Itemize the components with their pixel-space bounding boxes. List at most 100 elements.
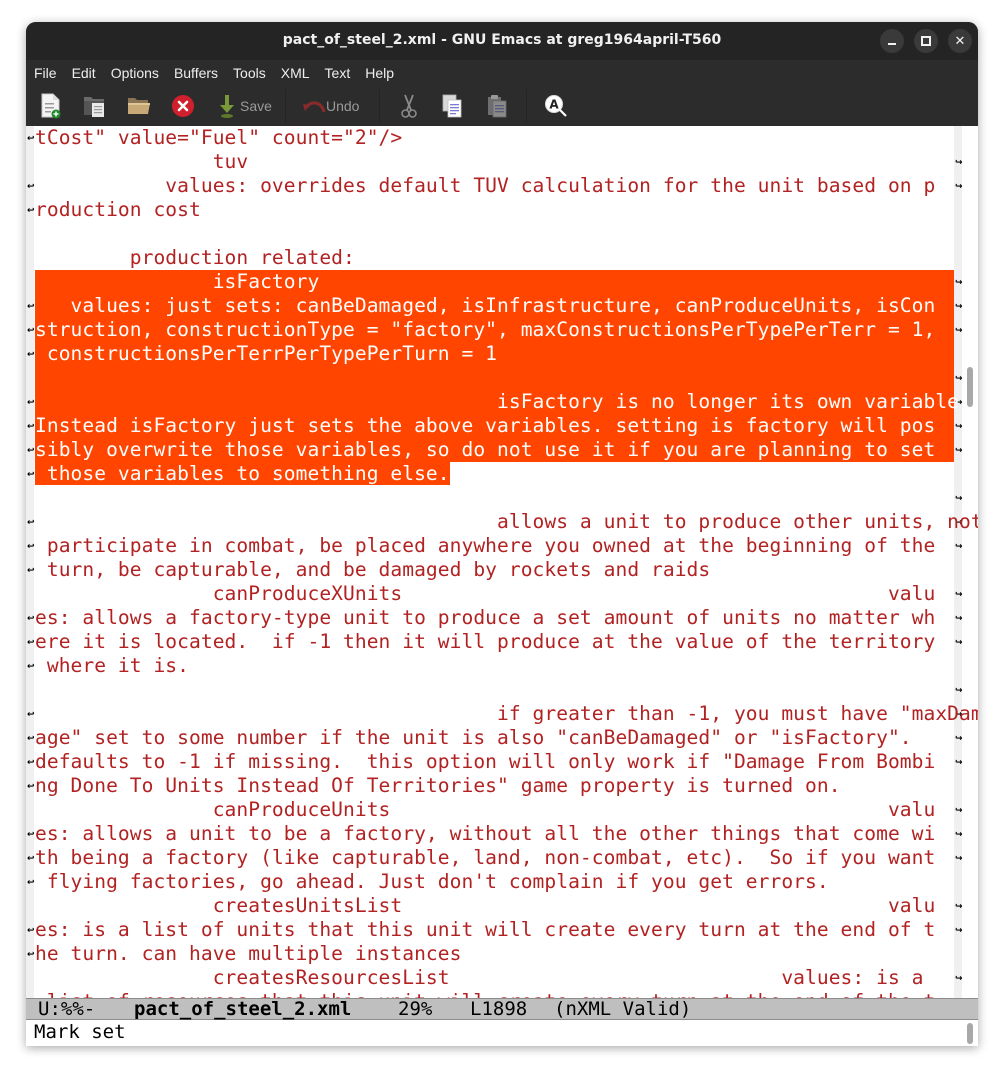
buffer-line[interactable]: roduction cost — [35, 198, 955, 222]
buffer-line[interactable]: es: allows a unit to be a factory, witho… — [35, 822, 955, 846]
continuation-right-icon: ↪ — [955, 686, 963, 696]
buffer-line[interactable] — [35, 486, 955, 510]
buffer-line[interactable]: tCost" value="Fuel" count="2"/> — [35, 126, 955, 150]
continuation-left-icon: ↩ — [27, 542, 35, 552]
continuation-right-icon: ↪ — [955, 542, 963, 552]
open-file-button[interactable] — [126, 93, 152, 119]
menu-xml[interactable]: XML — [273, 65, 317, 81]
line-text: tuv — [35, 150, 249, 173]
buffer-line[interactable]: createsResourcesList values: is a — [35, 966, 955, 990]
buffer-line[interactable] — [35, 678, 955, 702]
modeline-buffer-name[interactable]: pact_of_steel_2.xml — [134, 999, 351, 1019]
buffer-line[interactable]: Instead isFactory just sets the above va… — [35, 414, 955, 438]
continuation-right-icon: ↪ — [955, 614, 963, 624]
buffer-line[interactable]: he turn. can have multiple instances — [35, 942, 955, 966]
menu-text[interactable]: Text — [317, 65, 358, 81]
minibuffer-scrollbar[interactable] — [967, 1023, 973, 1044]
buffer-line[interactable]: tuv — [35, 150, 955, 174]
buffer-line[interactable]: age" set to some number if the unit is a… — [35, 726, 955, 750]
vertical-scrollbar[interactable] — [962, 126, 978, 998]
buffer-line[interactable]: es: is a list of units that this unit wi… — [35, 918, 955, 942]
buffer-line[interactable]: th being a factory (like capturable, lan… — [35, 846, 955, 870]
line-text: th being a factory (like capturable, lan… — [35, 846, 936, 869]
search-button[interactable]: A — [544, 93, 568, 119]
continuation-right-icon: ↪ — [955, 326, 963, 336]
continuation-right-icon: ↪ — [955, 302, 963, 312]
continuation-left-icon: ↩ — [27, 734, 35, 744]
buffer-line[interactable]: canProduceUnits valu — [35, 798, 955, 822]
line-text: struction, constructionType = "factory",… — [35, 318, 936, 341]
close-circle-icon — [172, 95, 194, 117]
cut-button[interactable] — [400, 93, 418, 119]
buffer-line[interactable]: allows a unit to produce other units, no… — [35, 510, 978, 534]
menu-edit[interactable]: Edit — [64, 65, 103, 81]
continuation-right-icon: ↪ — [955, 734, 963, 744]
line-text: Instead isFactory just sets the above va… — [35, 414, 936, 437]
menu-buffers[interactable]: Buffers — [166, 65, 225, 81]
save-button[interactable]: Save — [218, 93, 272, 119]
continuation-left-icon: ↩ — [27, 182, 35, 192]
undo-button[interactable]: Undo — [302, 93, 359, 119]
buffer-line[interactable]: ere it is located. if -1 then it will pr… — [35, 630, 955, 654]
buffer-line[interactable]: list of resources that this unit will cr… — [35, 990, 955, 998]
line-text: allows a unit to produce other units, no… — [35, 510, 978, 533]
line-text: production related: — [35, 246, 355, 269]
echo-area[interactable]: Mark set — [26, 1020, 978, 1046]
buffer-line[interactable]: values: just sets: canBeDamaged, isInfra… — [35, 294, 955, 318]
continuation-left-icon: ↩ — [27, 854, 35, 864]
emacs-window: pact_of_steel_2.xml - GNU Emacs at greg1… — [26, 22, 978, 1046]
buffer-line[interactable]: those variables to something else. — [35, 462, 955, 486]
menu-file[interactable]: File — [26, 65, 64, 81]
modeline-position: 29% — [398, 998, 433, 1020]
buffer-line[interactable]: where it is. — [35, 654, 955, 678]
continuation-left-icon: ↩ — [27, 614, 35, 624]
line-text: es: is a list of units that this unit wi… — [35, 918, 936, 941]
buffer-line[interactable]: isFactory — [35, 270, 955, 294]
new-file-button[interactable] — [40, 93, 62, 119]
buffer-line[interactable]: participate in combat, be placed anywher… — [35, 534, 955, 558]
menu-help[interactable]: Help — [357, 65, 401, 81]
continuation-right-icon: ↪ — [955, 806, 963, 816]
save-arrow-icon — [220, 95, 234, 118]
minimize-button[interactable] — [880, 29, 904, 53]
close-buffer-button[interactable] — [171, 93, 195, 119]
paste-button[interactable] — [485, 93, 509, 119]
buffer-line[interactable]: canProduceXUnits valu — [35, 582, 955, 606]
menu-options[interactable]: Options — [103, 65, 166, 81]
buffer-line[interactable]: isFactory is no longer its own variable. — [35, 390, 971, 414]
line-text: es: allows a unit to be a factory, witho… — [35, 822, 936, 845]
title-bar[interactable]: pact_of_steel_2.xml - GNU Emacs at greg1… — [26, 22, 978, 61]
menu-tools[interactable]: Tools — [225, 65, 273, 81]
continuation-right-icon: ↪ — [955, 374, 963, 384]
buffer-line[interactable]: flying factories, go ahead. Just don't c… — [35, 870, 955, 894]
line-text: ere it is located. if -1 then it will pr… — [35, 630, 936, 653]
close-window-button[interactable]: ✕ — [948, 29, 972, 53]
buffer-line[interactable] — [35, 222, 955, 246]
buffer-line[interactable]: constructionsPerTerrPerTypePerTurn = 1 — [35, 342, 955, 366]
buffer-line[interactable] — [35, 366, 955, 390]
buffer-line[interactable]: createsUnitsList valu — [35, 894, 955, 918]
buffer-line[interactable]: production related: — [35, 246, 955, 270]
undo-arrow-icon — [303, 101, 326, 113]
buffer-line[interactable]: struction, constructionType = "factory",… — [35, 318, 955, 342]
buffer-line[interactable]: defaults to -1 if missing. this option w… — [35, 750, 955, 774]
buffer-line[interactable]: es: allows a factory-type unit to produc… — [35, 606, 955, 630]
editor-buffer[interactable]: tCost" value="Fuel" count="2"/> ↩ tuv ↪ va… — [26, 126, 978, 998]
modeline-major-mode[interactable]: (nXML Valid) — [554, 999, 691, 1019]
modeline-line-number: L1898 — [470, 998, 528, 1020]
open-directory-button[interactable] — [82, 93, 108, 119]
continuation-left-icon: ↩ — [27, 830, 35, 840]
buffer-line[interactable]: ng Done To Units Instead Of Territories"… — [35, 774, 955, 798]
continuation-left-icon: ↩ — [27, 518, 35, 528]
buffer-line[interactable]: turn, be capturable, and be damaged by r… — [35, 558, 955, 582]
toolbar-separator — [526, 89, 527, 123]
buffer-line[interactable]: sibly overwrite those variables, so do n… — [35, 438, 955, 462]
paste-icon — [488, 95, 507, 118]
maximize-button[interactable] — [914, 29, 938, 53]
mode-line[interactable]: U:%%- pact_of_steel_2.xml 29% L1898 (nXM… — [26, 998, 978, 1020]
copy-button[interactable] — [440, 93, 464, 119]
line-text: values: overrides default TUV calculatio… — [35, 174, 936, 197]
buffer-line[interactable]: if greater than -1, you must have "maxDa… — [35, 702, 978, 726]
buffer-line[interactable]: values: overrides default TUV calculatio… — [35, 174, 955, 198]
line-text: turn, be capturable, and be damaged by r… — [35, 558, 711, 581]
